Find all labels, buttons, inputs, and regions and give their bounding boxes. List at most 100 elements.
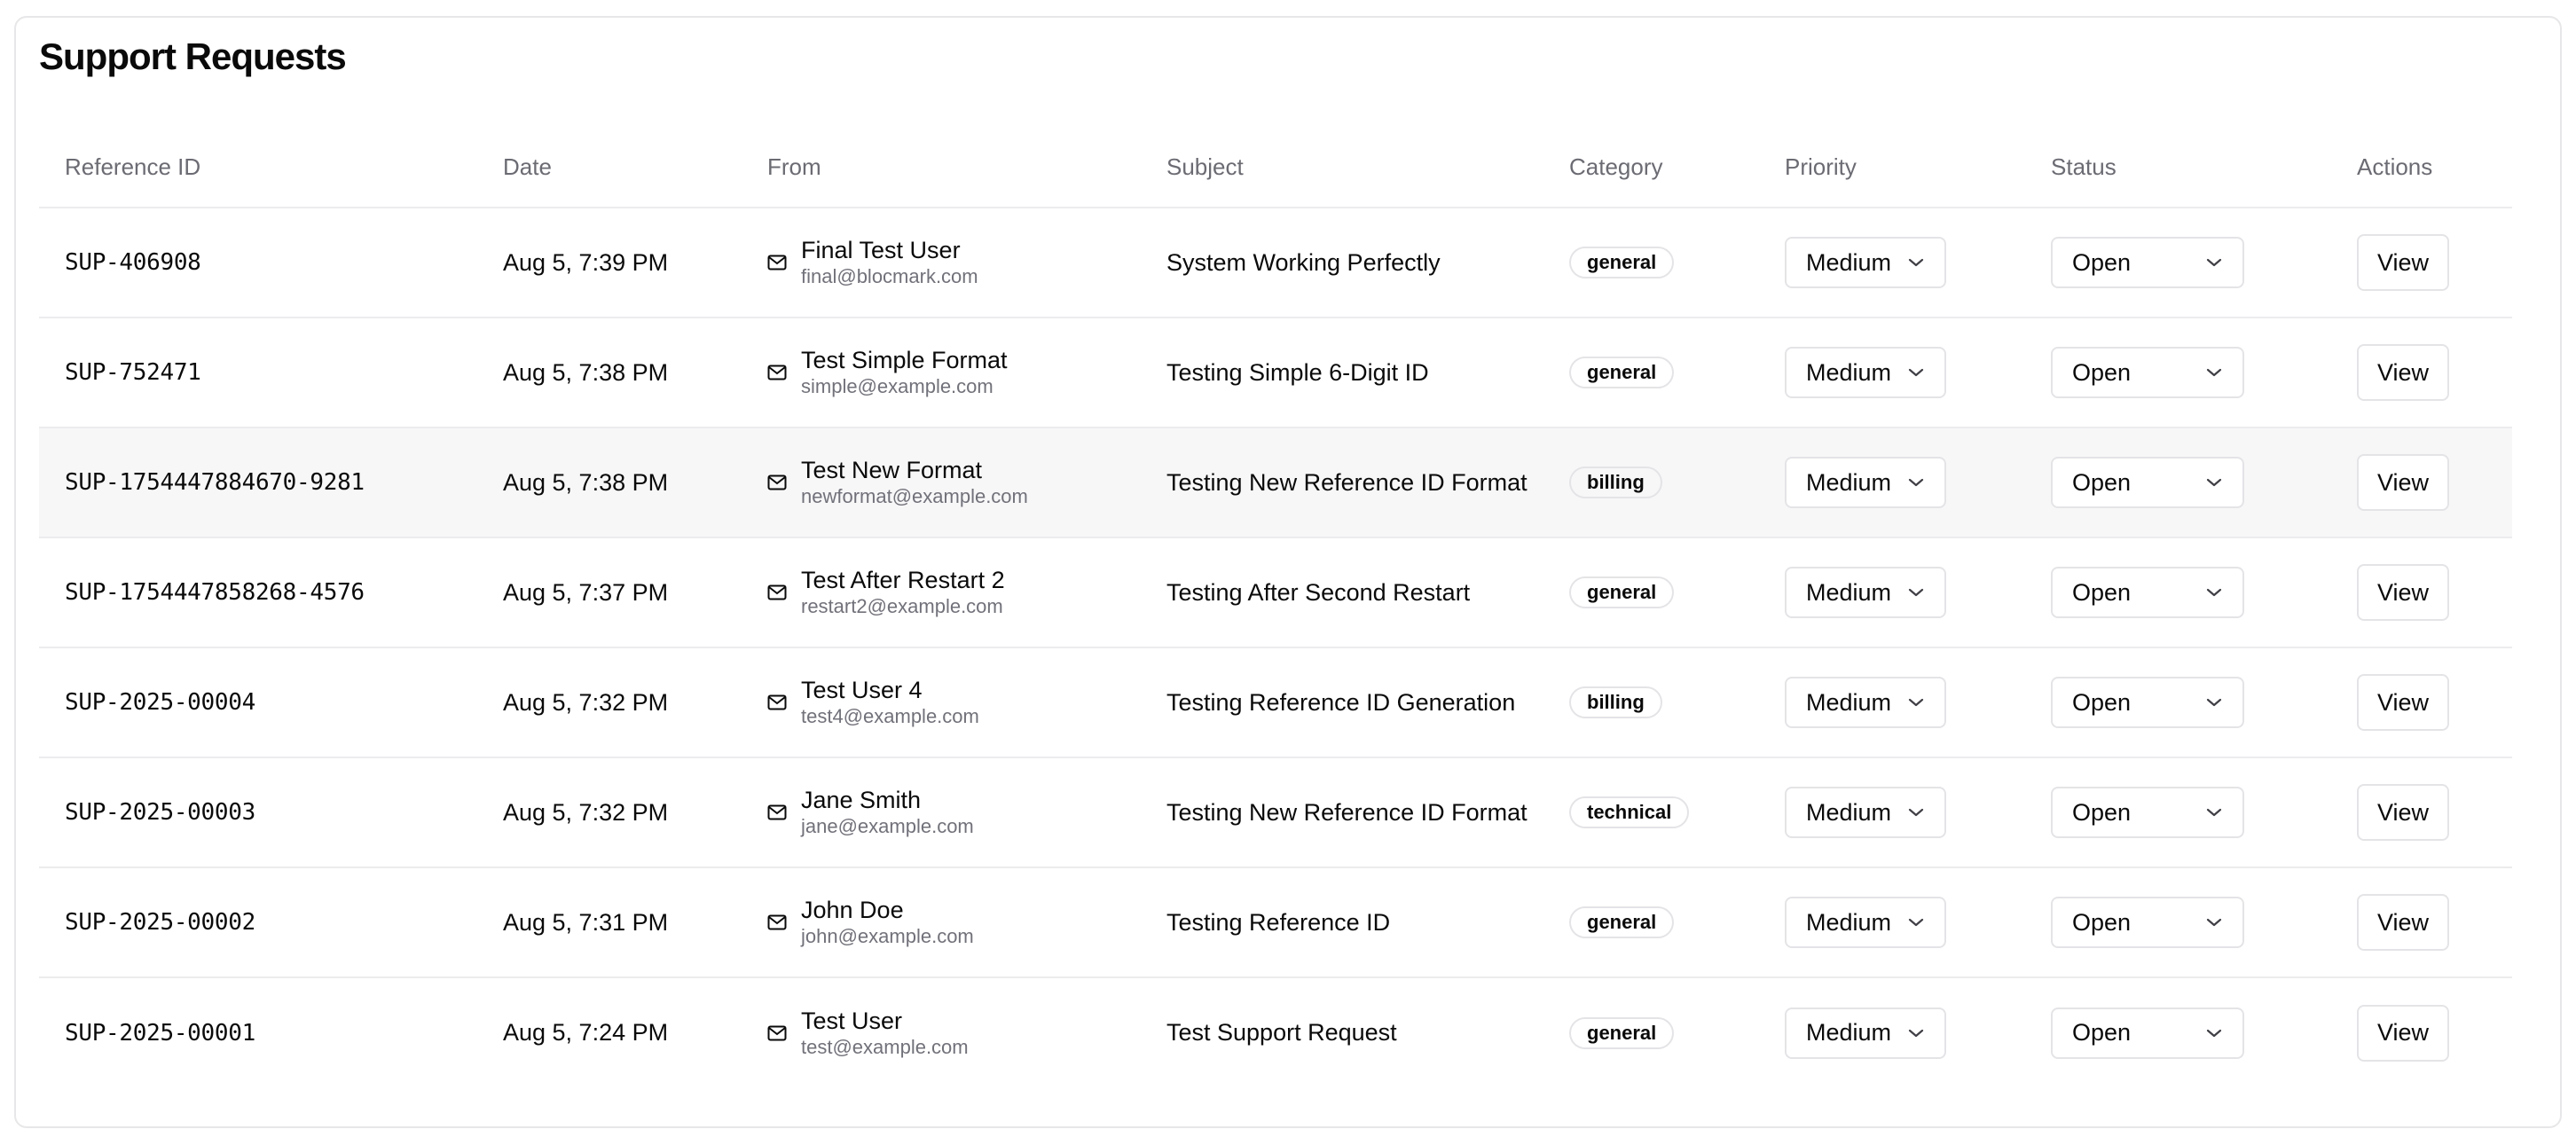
column-header-subject[interactable]: Subject (1141, 128, 1543, 208)
reference-id: SUP-2025-00003 (39, 757, 477, 868)
category-cell: general (1543, 537, 1759, 648)
request-subject: Testing Simple 6-Digit ID (1141, 318, 1543, 428)
priority-value: Medium (1806, 358, 1892, 386)
actions-cell: View (2331, 977, 2512, 1087)
priority-cell: Medium (1759, 757, 2025, 868)
column-header-status[interactable]: Status (2025, 128, 2331, 208)
sender-details: Final Test User final@blocmark.com (801, 236, 978, 289)
sender-email: final@blocmark.com (801, 265, 978, 287)
sender: John Doe john@example.com (767, 896, 1141, 949)
page-title: Support Requests (39, 35, 347, 77)
status-value: Open (2072, 908, 2132, 936)
mail-icon (767, 914, 787, 930)
sender-details: Test New Format newformat@example.com (801, 456, 1028, 509)
actions-cell: View (2331, 757, 2512, 868)
sender-details: Jane Smith jane@example.com (801, 786, 974, 839)
status-select[interactable]: Open (2051, 897, 2244, 948)
priority-select[interactable]: Medium (1785, 567, 1946, 618)
status-cell: Open (2025, 647, 2331, 758)
table-row[interactable]: SUP-2025-00004 Aug 5, 7:32 PM Test User … (39, 647, 2512, 758)
chevron-down-icon (2206, 1029, 2222, 1037)
priority-select[interactable]: Medium (1785, 347, 1946, 398)
table-row[interactable]: SUP-1754447884670-9281 Aug 5, 7:38 PM Te… (39, 427, 2512, 538)
view-button[interactable]: View (2357, 454, 2449, 511)
status-select[interactable]: Open (2051, 787, 2244, 838)
from-cell: Test New Format newformat@example.com (742, 427, 1141, 538)
status-cell: Open (2025, 757, 2331, 868)
chevron-down-icon (1908, 808, 1924, 817)
priority-value: Medium (1806, 688, 1892, 716)
sender: Test New Format newformat@example.com (767, 456, 1141, 509)
sender: Test Simple Format simple@example.com (767, 346, 1141, 399)
table-row[interactable]: SUP-406908 Aug 5, 7:39 PM Final Test Use… (39, 208, 2512, 318)
actions-cell: View (2331, 537, 2512, 648)
chevron-down-icon (1908, 1029, 1924, 1037)
sender-details: Test After Restart 2 restart2@example.co… (801, 566, 1005, 619)
view-button[interactable]: View (2357, 674, 2449, 731)
view-button[interactable]: View (2357, 344, 2449, 401)
sender-email: test@example.com (801, 1035, 969, 1058)
status-value: Open (2072, 688, 2132, 716)
column-header-actions: Actions (2331, 128, 2512, 208)
from-cell: John Doe john@example.com (742, 867, 1141, 978)
status-select[interactable]: Open (2051, 677, 2244, 728)
mail-icon (767, 474, 787, 490)
column-header-reference-id[interactable]: Reference ID (39, 128, 477, 208)
table-row[interactable]: SUP-2025-00003 Aug 5, 7:32 PM Jane Smith… (39, 757, 2512, 868)
table-row[interactable]: SUP-1754447858268-4576 Aug 5, 7:37 PM Te… (39, 537, 2512, 648)
request-date: Aug 5, 7:31 PM (477, 867, 742, 978)
priority-cell: Medium (1759, 427, 2025, 538)
sender-name: Test Simple Format (801, 347, 1008, 373)
sender: Test User 4 test4@example.com (767, 676, 1141, 729)
from-cell: Final Test User final@blocmark.com (742, 208, 1141, 318)
category-badge: general (1569, 357, 1675, 388)
reference-id: SUP-2025-00001 (65, 1019, 255, 1047)
chevron-down-icon (2206, 588, 2222, 597)
status-value: Open (2072, 248, 2132, 276)
priority-select[interactable]: Medium (1785, 897, 1946, 948)
table-row[interactable]: SUP-2025-00002 Aug 5, 7:31 PM John Doe j… (39, 867, 2512, 978)
category-cell: billing (1543, 427, 1759, 538)
view-button[interactable]: View (2357, 784, 2449, 841)
priority-select[interactable]: Medium (1785, 787, 1946, 838)
chevron-down-icon (2206, 478, 2222, 487)
status-value: Open (2072, 798, 2132, 826)
view-button[interactable]: View (2357, 564, 2449, 621)
status-cell: Open (2025, 318, 2331, 428)
sender-name: John Doe (801, 897, 904, 923)
sender-name: Final Test User (801, 237, 961, 263)
request-date: Aug 5, 7:37 PM (477, 537, 742, 648)
support-requests-table: Reference ID Date From Subject Category … (39, 128, 2512, 1087)
reference-id: SUP-752471 (39, 318, 477, 428)
request-date: Aug 5, 7:32 PM (477, 647, 742, 758)
column-header-from[interactable]: From (742, 128, 1141, 208)
priority-value: Medium (1806, 468, 1892, 496)
sender: Final Test User final@blocmark.com (767, 236, 1141, 289)
priority-select[interactable]: Medium (1785, 677, 1946, 728)
priority-select[interactable]: Medium (1785, 457, 1946, 508)
status-select[interactable]: Open (2051, 1007, 2244, 1059)
chevron-down-icon (1908, 918, 1924, 927)
table-header-row: Reference ID Date From Subject Category … (39, 128, 2512, 208)
status-select[interactable]: Open (2051, 457, 2244, 508)
column-header-priority[interactable]: Priority (1759, 128, 2025, 208)
priority-select[interactable]: Medium (1785, 237, 1946, 288)
chevron-down-icon (2206, 918, 2222, 927)
mail-icon (767, 694, 787, 710)
sender: Test User test@example.com (767, 1007, 1141, 1060)
sender-name: Test User 4 (801, 677, 923, 703)
view-button[interactable]: View (2357, 1004, 2449, 1062)
request-subject: Test Support Request (1166, 1019, 1397, 1046)
view-button[interactable]: View (2357, 894, 2449, 951)
table-row[interactable]: SUP-2025-00001 Aug 5, 7:24 PM Test User … (39, 977, 2512, 1087)
view-button[interactable]: View (2357, 234, 2449, 291)
column-header-date[interactable]: Date (477, 128, 742, 208)
status-select[interactable]: Open (2051, 567, 2244, 618)
status-select[interactable]: Open (2051, 237, 2244, 288)
table-row[interactable]: SUP-752471 Aug 5, 7:38 PM Test Simple Fo… (39, 318, 2512, 428)
column-header-category[interactable]: Category (1543, 128, 1759, 208)
sender-details: Test User 4 test4@example.com (801, 676, 979, 729)
sender-details: Test User test@example.com (801, 1007, 969, 1060)
status-select[interactable]: Open (2051, 347, 2244, 398)
priority-select[interactable]: Medium (1785, 1007, 1946, 1059)
